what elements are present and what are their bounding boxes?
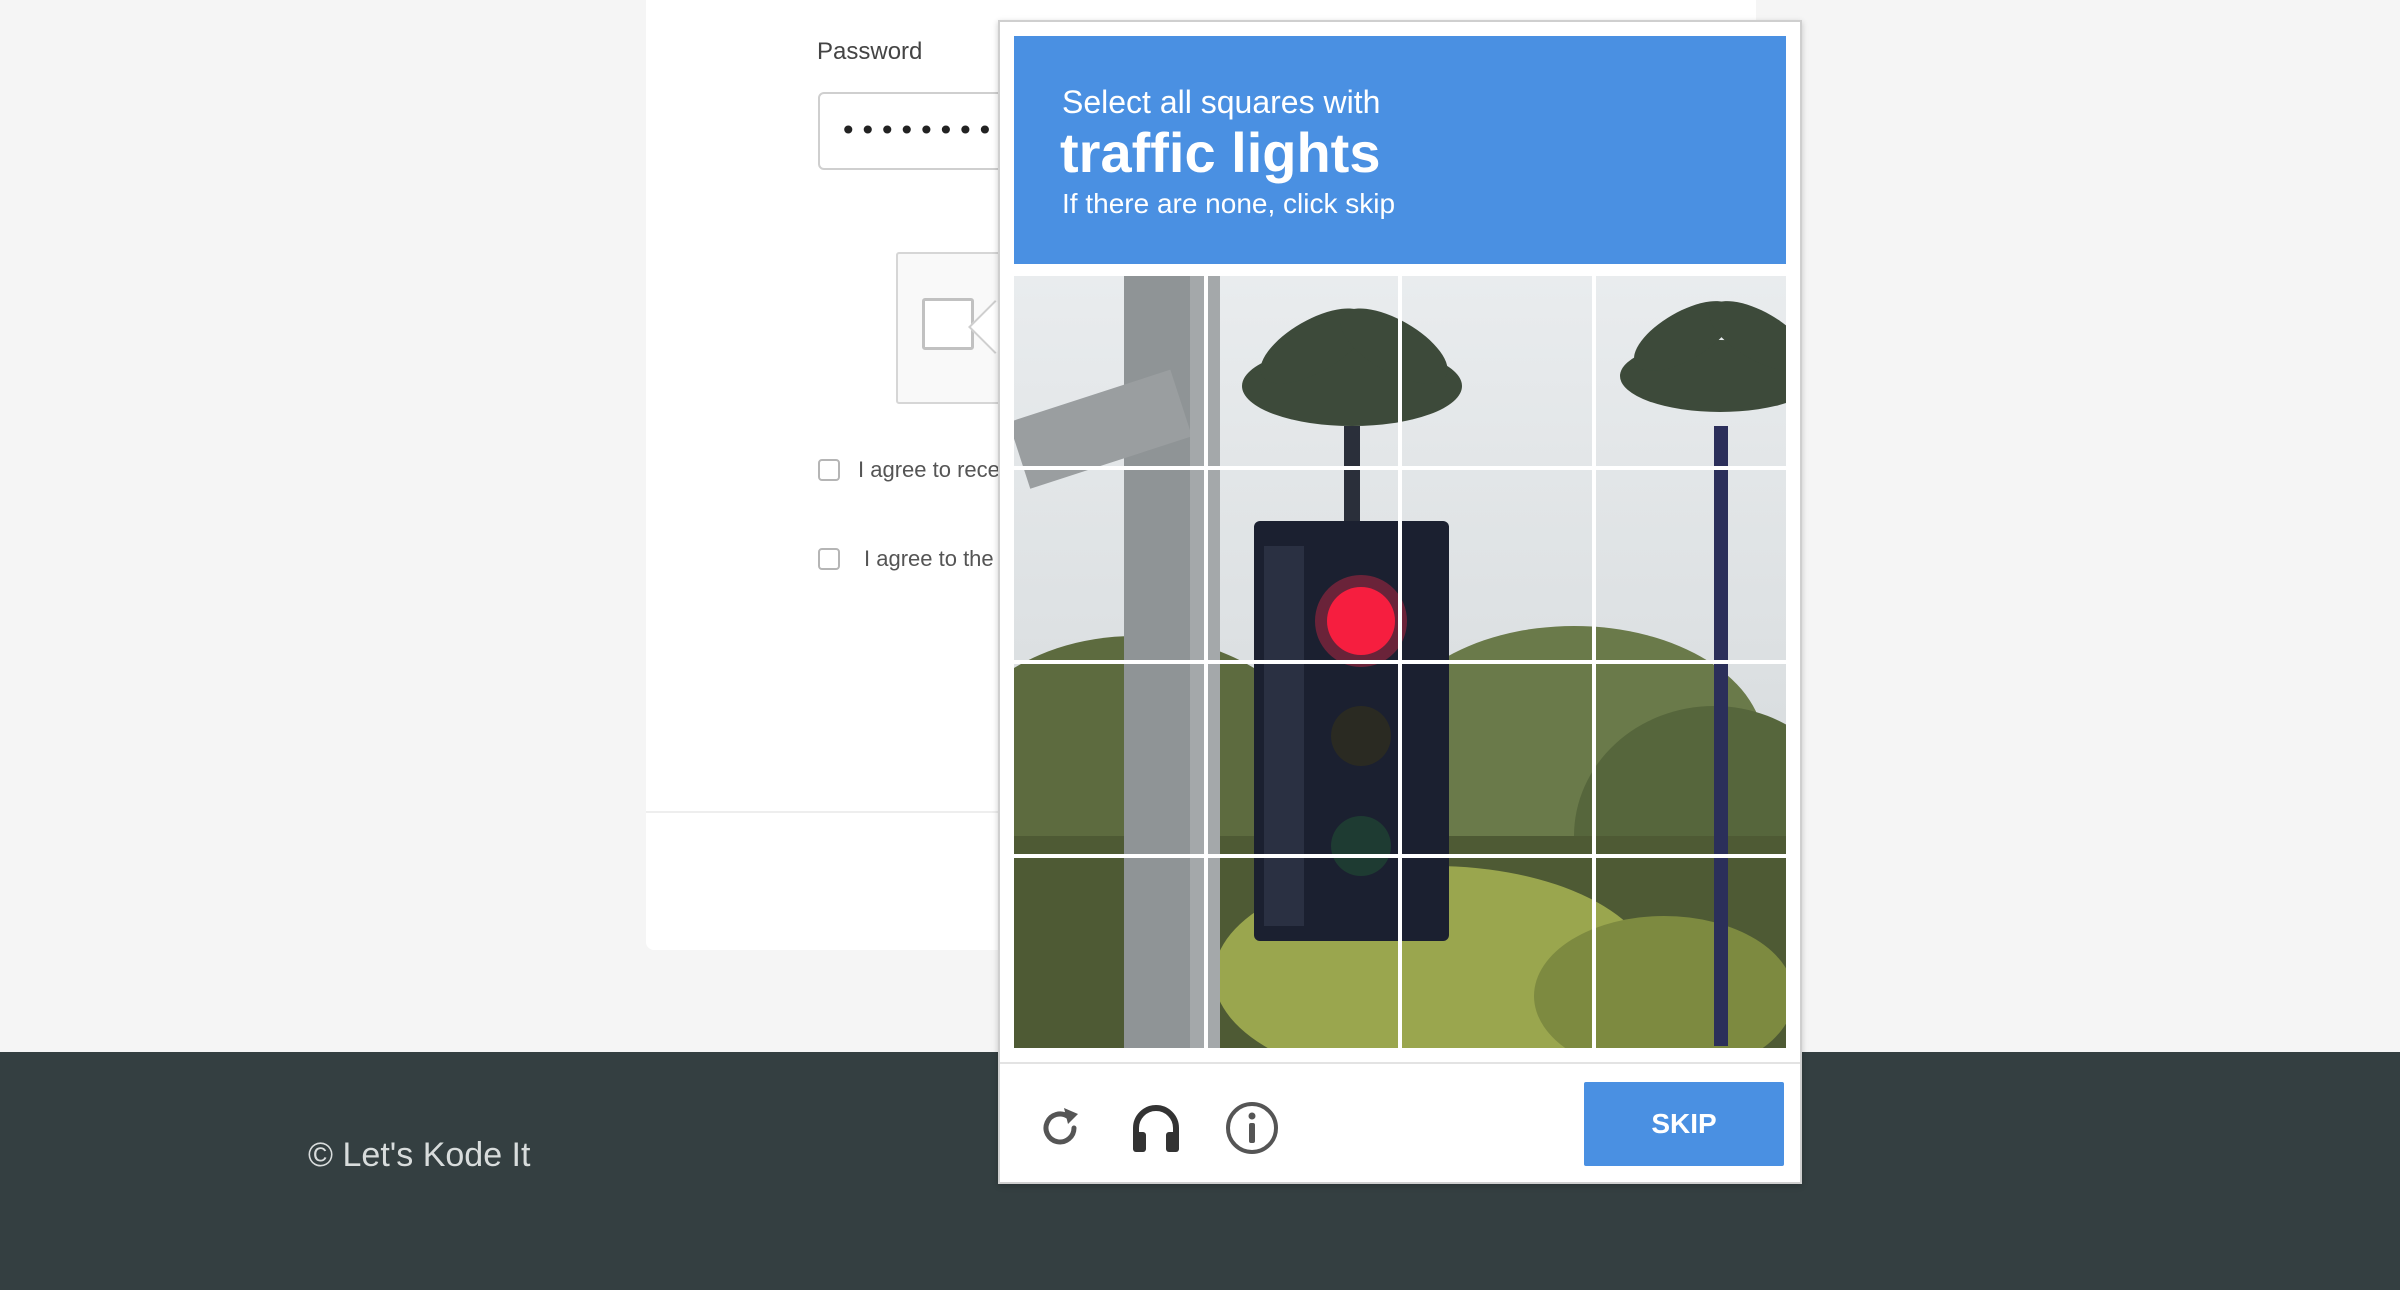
tile-image bbox=[1014, 470, 1204, 660]
challenge-image-tile[interactable] bbox=[1596, 470, 1786, 660]
agree-row-1: I agree to rece bbox=[818, 457, 1000, 483]
tile-image bbox=[1596, 664, 1786, 854]
tile-image bbox=[1402, 470, 1592, 660]
challenge-image-tile[interactable] bbox=[1596, 664, 1786, 854]
tile-image bbox=[1596, 470, 1786, 660]
tile-image bbox=[1402, 276, 1592, 466]
tile-image bbox=[1208, 664, 1398, 854]
challenge-image-tile[interactable] bbox=[1208, 664, 1398, 854]
challenge-image-tile[interactable] bbox=[1596, 276, 1786, 466]
info-icon[interactable] bbox=[1222, 1098, 1282, 1158]
agree-label-2: I agree to the bbox=[864, 546, 994, 571]
challenge-target-object: traffic lights bbox=[1060, 121, 1381, 184]
challenge-header: Select all squares with traffic lights I… bbox=[1014, 36, 1786, 264]
tile-image bbox=[1402, 664, 1592, 854]
challenge-image-tile[interactable] bbox=[1208, 470, 1398, 660]
agree-checkbox-1[interactable] bbox=[818, 459, 840, 481]
tile-image bbox=[1402, 858, 1592, 1048]
challenge-image-tile[interactable] bbox=[1014, 276, 1204, 466]
challenge-image-tile[interactable] bbox=[1402, 276, 1592, 466]
agree-row-2: I agree to the bbox=[818, 546, 994, 572]
tile-image bbox=[1208, 470, 1398, 660]
footer-copyright: © Let's Kode It bbox=[308, 1136, 531, 1174]
challenge-image-tile[interactable] bbox=[1596, 858, 1786, 1048]
tile-image bbox=[1014, 664, 1204, 854]
tile-image bbox=[1014, 858, 1204, 1048]
challenge-image-tile[interactable] bbox=[1402, 858, 1592, 1048]
challenge-hint: If there are none, click skip bbox=[1062, 188, 1396, 219]
challenge-instruction: Select all squares with bbox=[1062, 84, 1381, 120]
challenge-image-tile[interactable] bbox=[1014, 664, 1204, 854]
password-label: Password bbox=[817, 38, 923, 65]
challenge-image-tile[interactable] bbox=[1014, 470, 1204, 660]
agree-checkbox-2[interactable] bbox=[818, 548, 840, 570]
skip-button[interactable]: SKIP bbox=[1584, 1082, 1784, 1166]
recaptcha-checkbox[interactable] bbox=[922, 298, 974, 350]
tile-image bbox=[1014, 276, 1204, 466]
challenge-image-tile[interactable] bbox=[1208, 276, 1398, 466]
challenge-image-tile[interactable] bbox=[1402, 664, 1592, 854]
tile-image bbox=[1596, 858, 1786, 1048]
tile-image bbox=[1596, 276, 1786, 466]
challenge-image-tile[interactable] bbox=[1402, 470, 1592, 660]
challenge-footer-divider bbox=[1000, 1062, 1800, 1064]
challenge-image-grid bbox=[1014, 276, 1786, 1048]
reload-icon[interactable] bbox=[1030, 1098, 1090, 1158]
challenge-image-tile[interactable] bbox=[1208, 858, 1398, 1048]
agree-label-1: I agree to rece bbox=[858, 457, 1000, 482]
tile-image bbox=[1208, 858, 1398, 1048]
headphones-icon[interactable] bbox=[1126, 1098, 1186, 1158]
challenge-image-tile[interactable] bbox=[1014, 858, 1204, 1048]
tile-image bbox=[1208, 276, 1398, 466]
